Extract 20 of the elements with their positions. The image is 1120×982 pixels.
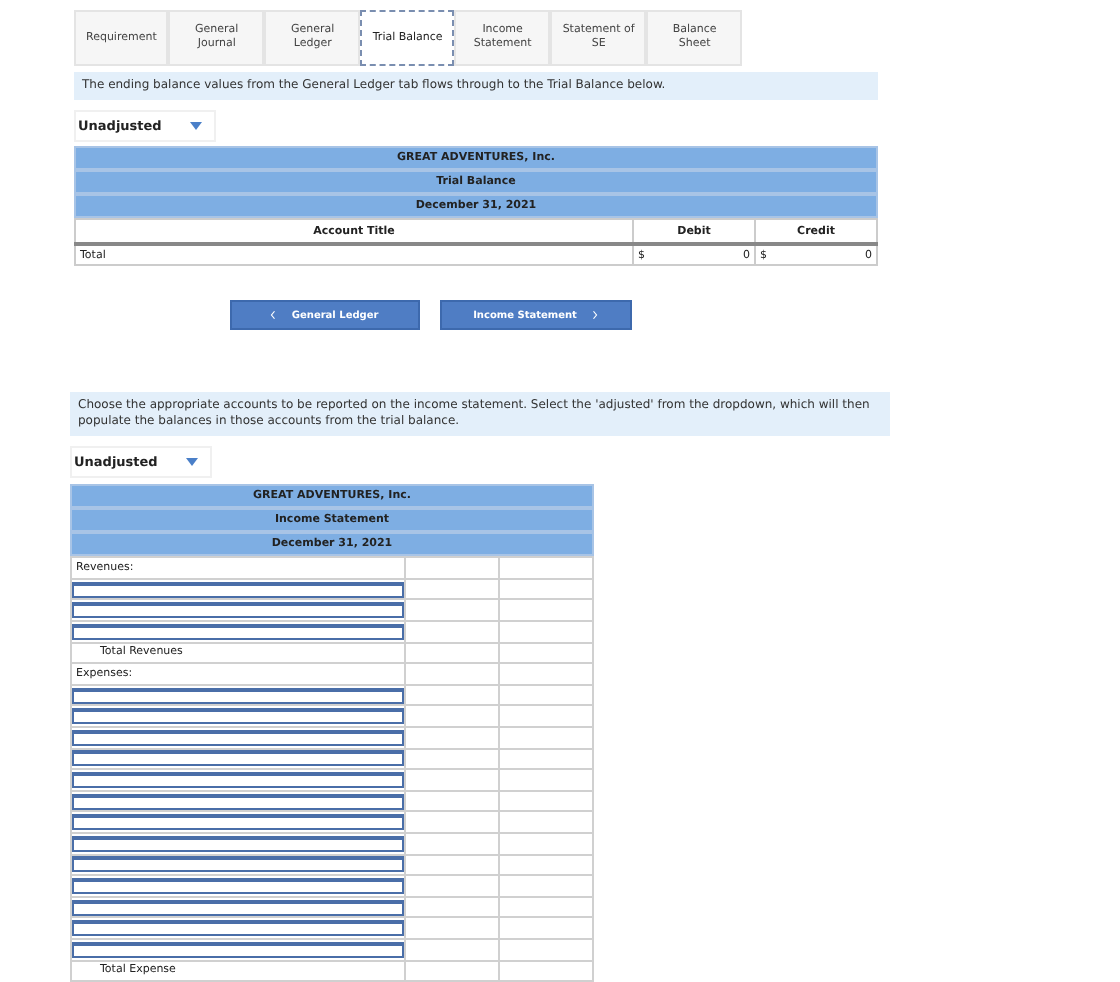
- account-input-field[interactable]: [72, 687, 404, 704]
- account-input-field[interactable]: [72, 899, 404, 916]
- account-input-field[interactable]: [72, 602, 404, 619]
- account-input-field[interactable]: [72, 623, 404, 640]
- chevron-right-icon: [592, 310, 599, 321]
- chevron-left-icon: [269, 310, 276, 321]
- account-input-field[interactable]: [72, 772, 404, 789]
- account-input-field[interactable]: [72, 750, 404, 767]
- account-input-field[interactable]: [72, 793, 404, 810]
- account-input-field[interactable]: [72, 581, 404, 598]
- caret-icon: [189, 122, 202, 131]
- account-input-field[interactable]: [72, 835, 404, 852]
- account-input-field[interactable]: [72, 814, 404, 831]
- account-input-field[interactable]: [72, 920, 404, 937]
- account-input-field[interactable]: [72, 708, 404, 725]
- caret-icon: [185, 458, 198, 467]
- account-input-field[interactable]: [72, 729, 404, 746]
- account-input-field[interactable]: [72, 877, 404, 894]
- account-input-field[interactable]: [72, 941, 404, 958]
- account-input-field[interactable]: [72, 856, 404, 873]
